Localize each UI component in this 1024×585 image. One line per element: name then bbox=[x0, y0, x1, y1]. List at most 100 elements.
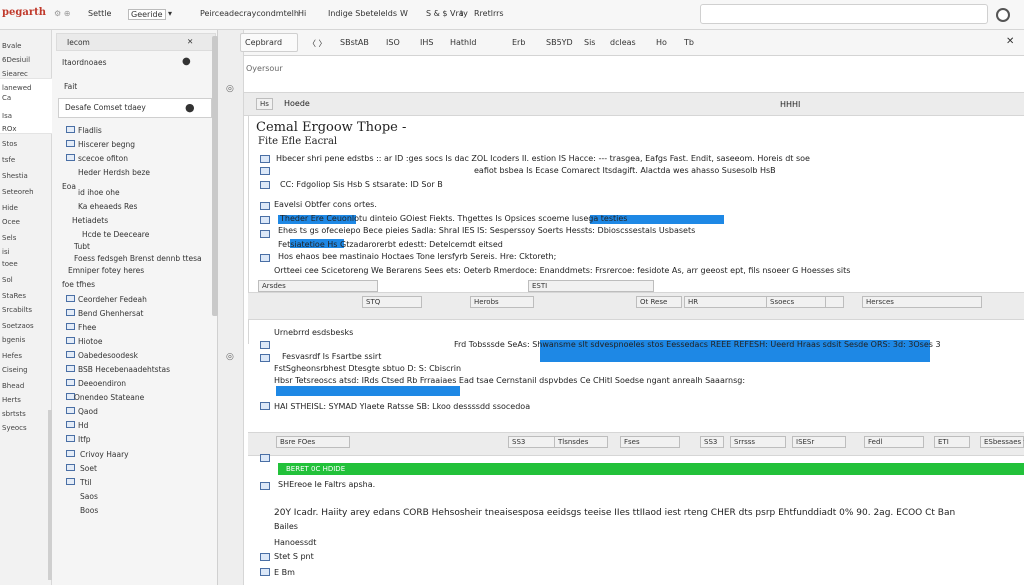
toolbar-item[interactable]: dcleas bbox=[610, 38, 636, 47]
column-header[interactable]: Srrsss bbox=[730, 436, 786, 448]
column-header[interactable]: Bsre FOes bbox=[276, 436, 350, 448]
rail-item[interactable]: tsfe bbox=[2, 156, 50, 164]
sidebar-item[interactable]: Crivoy Haary bbox=[80, 450, 129, 459]
sidebar-item[interactable]: Fladlis bbox=[78, 126, 102, 135]
rail-item[interactable]: Srcabilts bbox=[2, 306, 50, 314]
toolbar-item[interactable]: Ho bbox=[656, 38, 667, 47]
rail-item[interactable]: Herts bbox=[2, 396, 50, 404]
sidebar-item[interactable]: Soet bbox=[80, 464, 97, 473]
sidebar-item[interactable]: Emniper fotey heres bbox=[68, 266, 144, 275]
sidebar-item[interactable]: BSB Hecebenaadehtstas bbox=[78, 365, 170, 374]
top-menu-item[interactable]: ty bbox=[460, 9, 468, 18]
sidebar-item[interactable]: Boos bbox=[80, 506, 98, 515]
rail-item[interactable]: ROx bbox=[2, 125, 50, 133]
sidebar-item[interactable]: Foess fedsgeh Brenst dennb ttesa bbox=[74, 254, 202, 263]
rail-item[interactable]: Sol bbox=[2, 276, 50, 284]
sidebar-item[interactable]: Ka eheaeds Res bbox=[78, 202, 137, 211]
avatar[interactable] bbox=[996, 8, 1010, 22]
sidebar-item[interactable]: Hd bbox=[78, 421, 88, 430]
rail-item[interactable]: Ca bbox=[2, 94, 50, 102]
rail-item[interactable]: Sels bbox=[2, 234, 50, 242]
rail-item[interactable]: bgenis bbox=[2, 336, 50, 344]
sidebar-search-box[interactable]: Desafe Comset tdaey ● bbox=[58, 98, 212, 118]
sidebar-item[interactable]: Heder Herdsh beze bbox=[78, 168, 150, 177]
sidebar-item[interactable]: id ihoe ohe bbox=[78, 188, 120, 197]
toolbar-item[interactable]: Erb bbox=[512, 38, 525, 47]
sidebar-item[interactable]: Saos bbox=[80, 492, 98, 501]
sidebar-item[interactable]: Deeoendiron bbox=[78, 379, 126, 388]
top-menu-item[interactable]: Rretlrrs bbox=[474, 9, 504, 18]
rail-item[interactable]: Bvale bbox=[2, 42, 50, 50]
sidebar-item[interactable]: Qaod bbox=[78, 407, 98, 416]
toolbar-item[interactable]: Tb bbox=[684, 38, 694, 47]
column-header[interactable]: ETI bbox=[934, 436, 970, 448]
sidebar-item[interactable]: scecoe ofiton bbox=[78, 154, 128, 163]
rail-item[interactable]: lanewed bbox=[2, 84, 50, 92]
column-header[interactable]: Arsdes bbox=[258, 280, 378, 292]
rail-item[interactable]: Siearec bbox=[2, 70, 50, 78]
rail-item[interactable]: Stos bbox=[2, 140, 50, 148]
sidebar-item[interactable]: foe tfhes bbox=[62, 280, 95, 289]
column-header[interactable]: ISESr bbox=[792, 436, 846, 448]
collapse-icon[interactable]: ◎ bbox=[226, 84, 234, 94]
column-header[interactable]: ESTI bbox=[528, 280, 654, 292]
rail-item[interactable]: Ciseing bbox=[2, 366, 50, 374]
rail-item[interactable]: Bhead bbox=[2, 382, 50, 390]
rail-item[interactable]: StaRes bbox=[2, 292, 50, 300]
sidebar-item[interactable]: Ceordeher Fedeah bbox=[78, 295, 147, 304]
top-menu-item[interactable]: ⚙ ⊕ bbox=[54, 9, 70, 18]
column-header[interactable]: Ssoecs bbox=[766, 296, 826, 308]
column-header[interactable]: Hersces bbox=[862, 296, 982, 308]
sidebar-record-icon[interactable]: ● bbox=[182, 56, 191, 67]
rail-item[interactable]: Ocee bbox=[2, 218, 50, 226]
top-menu-item[interactable]: Geeride bbox=[128, 9, 166, 20]
toolbar-item[interactable]: Hathld bbox=[450, 38, 476, 47]
sidebar-item[interactable]: Bend Ghenhersat bbox=[78, 309, 144, 318]
rail-item[interactable]: toee bbox=[2, 260, 50, 268]
tab-item[interactable]: Hs bbox=[256, 98, 273, 110]
selection-highlight[interactable] bbox=[276, 386, 460, 396]
top-menu-item[interactable]: Hi bbox=[298, 9, 306, 18]
sidebar-search-text[interactable]: Desafe Comset tdaey bbox=[65, 103, 146, 112]
app-logo[interactable]: pegarth bbox=[2, 7, 46, 18]
rail-item[interactable]: Shestia bbox=[2, 172, 50, 180]
top-menu-item[interactable]: Settle bbox=[88, 9, 111, 18]
top-menu-item[interactable]: Indige Sbetelelds bbox=[328, 9, 397, 18]
toolbar-item[interactable]: ISO bbox=[386, 38, 400, 47]
toolbar-item[interactable]: IHS bbox=[420, 38, 433, 47]
column-header[interactable]: Fedl bbox=[864, 436, 924, 448]
rail-item[interactable]: isi bbox=[2, 248, 50, 256]
column-header[interactable]: STQ bbox=[362, 296, 422, 308]
sidebar-item[interactable]: Hiotoe bbox=[78, 337, 102, 346]
rail-item[interactable]: Seteoreh bbox=[2, 188, 50, 196]
sidebar-item[interactable]: Hiscerer begng bbox=[78, 140, 135, 149]
rail-item[interactable]: Syeocs bbox=[2, 424, 50, 432]
top-search-input[interactable] bbox=[700, 4, 988, 24]
sidebar-item[interactable]: Onendeo Stateane bbox=[74, 393, 144, 402]
sidebar-item[interactable]: Hetiadets bbox=[72, 216, 108, 225]
rail-item[interactable]: Soetzaos bbox=[2, 322, 50, 330]
rail-item[interactable]: sbrtsts bbox=[2, 410, 50, 418]
chevron-down-icon[interactable]: ▾ bbox=[168, 9, 172, 18]
toolbar-item[interactable]: SB5YD bbox=[546, 38, 573, 47]
tab-item[interactable]: Hoede bbox=[284, 99, 310, 108]
record-icon[interactable]: ● bbox=[185, 101, 195, 114]
top-menu-item[interactable]: S & $ Vra bbox=[426, 9, 464, 18]
rail-item[interactable]: Hefes bbox=[2, 352, 50, 360]
top-menu-item[interactable]: Peirceadecraycondmtelh bbox=[200, 9, 299, 18]
rail-item[interactable]: Isa bbox=[2, 112, 50, 120]
rail-item[interactable]: Hide bbox=[2, 204, 50, 212]
toolbar-item[interactable]: SBstAB bbox=[340, 38, 369, 47]
toolbar-item[interactable]: 〈 〉 bbox=[308, 38, 327, 49]
column-header[interactable]: Fses bbox=[620, 436, 680, 448]
close-icon[interactable]: ✕ bbox=[187, 37, 193, 46]
column-header[interactable]: Tlsnsdes bbox=[554, 436, 608, 448]
sidebar-item[interactable]: Eoa bbox=[62, 182, 76, 191]
rail-item[interactable]: 6Desiuil bbox=[2, 56, 50, 64]
collapse-icon[interactable]: ◎ bbox=[226, 352, 234, 362]
toolbar-item[interactable]: Sis bbox=[584, 38, 595, 47]
column-header[interactable]: ESbessaes ttS bbox=[980, 436, 1024, 448]
sidebar-item[interactable]: Tubt bbox=[74, 242, 90, 251]
sidebar-item[interactable]: Itfp bbox=[78, 435, 91, 444]
sidebar-item[interactable]: Oabedesoodesk bbox=[78, 351, 138, 360]
